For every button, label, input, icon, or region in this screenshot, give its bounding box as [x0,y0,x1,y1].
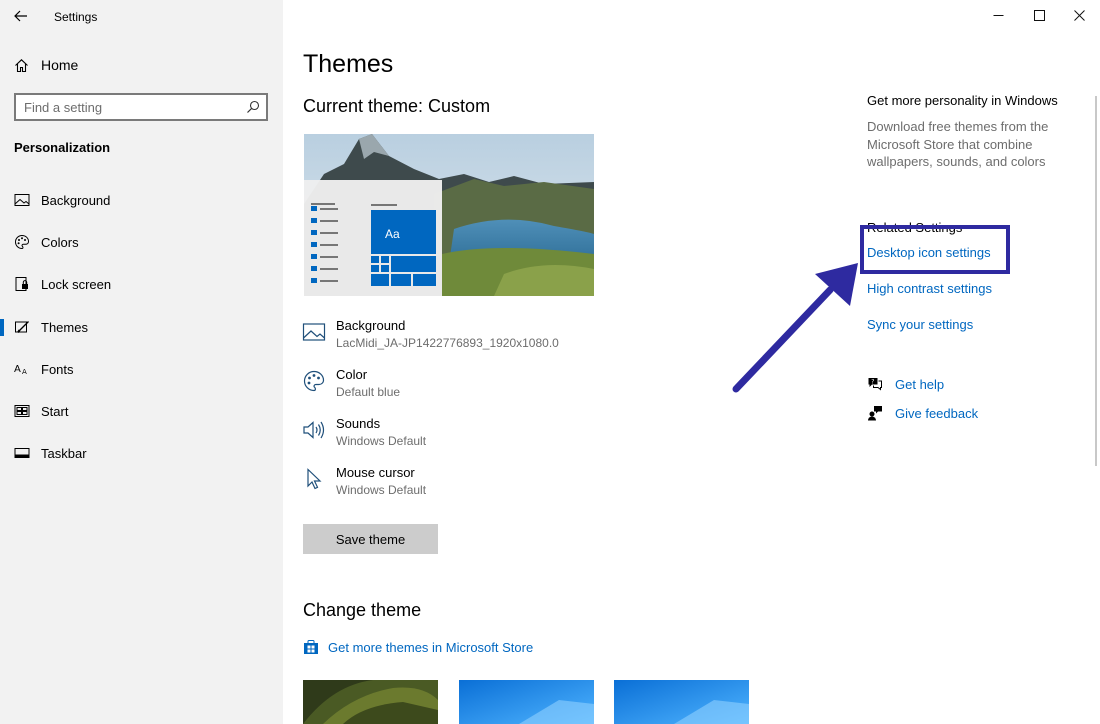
back-arrow-icon [14,10,27,22]
personality-heading: Get more personality in Windows [867,93,1058,108]
theme-thumbnail-image [614,680,749,724]
annotation-highlight-box [860,225,1010,274]
save-theme-button[interactable]: Save theme [303,524,438,554]
sidebar-item-label: Themes [41,319,88,335]
sidebar-item-background[interactable]: Background [0,182,283,218]
store-themes-link[interactable]: Get more themes in Microsoft Store [303,639,533,655]
palette-icon [13,233,31,251]
sidebar-item-label: Fonts [41,361,74,377]
theme-thumbnail-3[interactable] [614,680,749,724]
change-theme-heading: Change theme [303,600,422,620]
taskbar-icon [13,444,31,462]
sidebar-item-start[interactable]: Start [0,393,283,429]
help-icon: ? [868,378,882,391]
current-theme-heading: Current theme: Custom [303,96,491,116]
theme-item-value: LacMidi_JA-JP1422776893_1920x1080.0 [336,336,559,350]
themes-icon [13,318,31,336]
search-box[interactable] [14,93,268,121]
sidebar-item-colors[interactable]: Colors [0,224,283,260]
theme-thumbnail-1[interactable] [303,680,438,724]
theme-item-background[interactable]: Background LacMidi_JA-JP1422776893_1920x… [302,318,622,358]
image-icon [13,191,31,209]
preview-tile-label: Aa [385,227,400,241]
theme-thumbnail-image [303,680,438,724]
sidebar-item-taskbar[interactable]: Taskbar [0,435,283,471]
speaker-icon [303,421,325,439]
cursor-icon [307,468,322,490]
palette-icon [303,370,325,392]
home-link[interactable]: Home [14,54,78,76]
sidebar: Settings Home Personalization Background… [0,0,283,724]
image-icon [302,323,326,341]
title-bar: Settings [0,0,283,34]
close-button[interactable] [1059,0,1099,30]
sidebar-item-label: Colors [41,234,79,250]
active-indicator [0,319,4,336]
theme-thumbnail-2[interactable] [459,680,594,724]
search-icon [247,100,260,113]
sidebar-item-label: Start [41,403,69,419]
sidebar-item-label: Taskbar [41,445,87,461]
svg-text:A: A [22,368,27,376]
theme-item-value: Windows Default [336,434,427,448]
theme-item-value: Default blue [336,385,401,399]
svg-text:?: ? [871,378,874,385]
sync-settings-link[interactable]: Sync your settings [867,317,973,332]
theme-item-name: Background [336,318,406,333]
search-input[interactable] [24,99,234,115]
sidebar-item-label: Lock screen [41,276,112,292]
fonts-icon: AA [13,360,31,378]
home-icon [15,58,28,72]
give-feedback-label: Give feedback [895,405,979,421]
give-feedback-link[interactable]: Give feedback [867,405,978,421]
maximize-button[interactable] [1019,0,1059,30]
section-heading: Personalization [14,140,111,155]
high-contrast-settings-link[interactable]: High contrast settings [867,281,992,296]
page-title: Themes [303,50,394,78]
app-title: Settings [54,10,98,24]
svg-text:A: A [14,364,21,375]
get-help-label: Get help [895,376,945,392]
maximize-icon [1033,9,1045,21]
back-button[interactable] [6,3,36,29]
store-link-label: Get more themes in Microsoft Store [328,639,534,655]
theme-item-name: Mouse cursor [336,465,415,480]
start-icon [13,402,31,420]
store-icon [304,640,318,654]
sidebar-item-themes[interactable]: Themes [0,309,283,345]
minimize-icon [993,14,1003,16]
close-icon [1073,9,1085,21]
personality-description: Download free themes from the Microsoft … [867,119,1049,169]
get-help-link[interactable]: ? Get help [867,376,944,392]
theme-item-sounds[interactable]: Sounds Windows Default [302,416,622,456]
minimize-button[interactable] [978,0,1018,30]
theme-thumbnail-image [459,680,594,724]
theme-preview-image: Aa [304,134,594,296]
theme-item-mouse-cursor[interactable]: Mouse cursor Windows Default [302,465,622,505]
theme-item-value: Windows Default [336,483,427,497]
home-label: Home [41,57,79,73]
theme-item-color[interactable]: Color Default blue [302,367,622,407]
scrollbar[interactable] [1095,96,1097,466]
sidebar-item-label: Background [41,192,111,208]
sidebar-item-fonts[interactable]: AA Fonts [0,351,283,387]
theme-item-name: Sounds [336,416,381,431]
theme-preview: Aa [304,134,594,296]
sidebar-item-lock-screen[interactable]: Lock screen [0,266,283,302]
feedback-icon [868,406,882,421]
lock-screen-icon [13,275,31,293]
theme-item-name: Color [336,367,368,382]
